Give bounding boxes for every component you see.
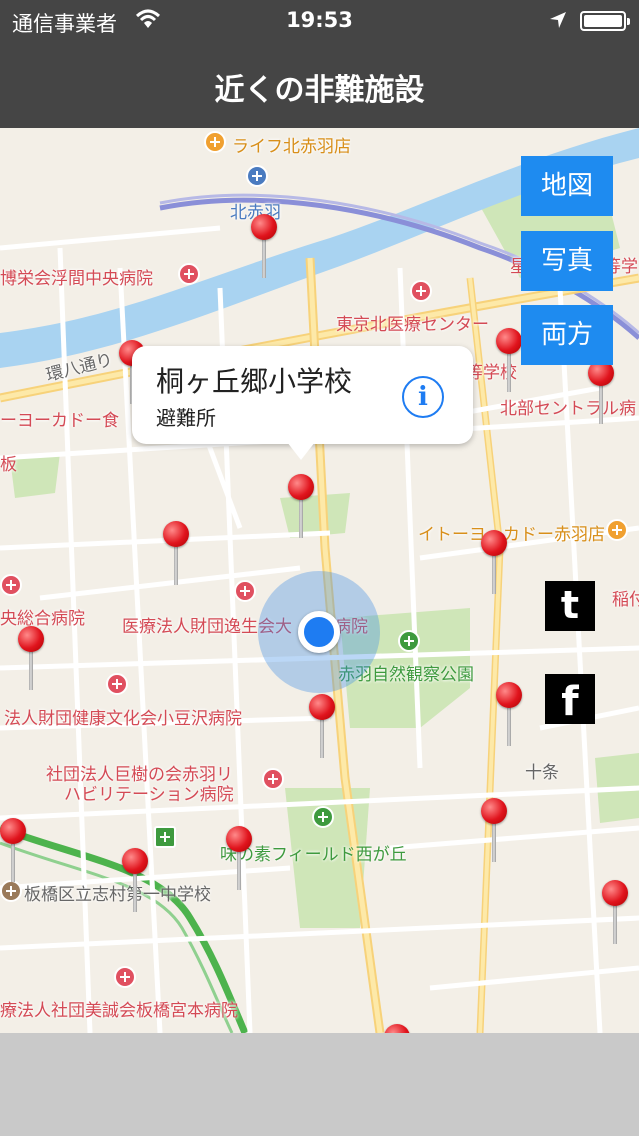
hospital-icon xyxy=(178,263,200,285)
pin-callout[interactable]: 桐ヶ丘郷小学校 避難所 i xyxy=(132,346,473,460)
clock: 19:53 xyxy=(286,8,353,32)
shelter-pin[interactable] xyxy=(0,818,26,884)
map-label: 北部セントラル病 xyxy=(500,399,636,419)
stadium-icon xyxy=(312,806,334,828)
page-title: 近くの非難施設 xyxy=(214,73,425,108)
bottom-bar xyxy=(0,1033,639,1136)
map-view[interactable]: ライフ北赤羽店 北赤羽 博栄会浮間中央病院 東京北医療センター 環八通り ーヨー… xyxy=(0,128,639,1033)
shelter-pin[interactable] xyxy=(163,521,189,587)
map-label: 板 xyxy=(0,455,17,475)
post-icon xyxy=(154,826,176,848)
map-label: 稲付 xyxy=(612,590,639,610)
shelter-pin[interactable] xyxy=(226,826,252,892)
shelter-pin[interactable] xyxy=(481,530,507,596)
shelter-pin[interactable] xyxy=(588,360,614,426)
hospital-icon xyxy=(106,673,128,695)
both-mode-button[interactable]: 両方 xyxy=(521,305,613,365)
map-label: ライフ北赤羽店 xyxy=(232,137,351,157)
hospital-icon xyxy=(114,966,136,988)
callout-subtitle: 避難所 xyxy=(156,406,216,430)
battery-icon xyxy=(580,11,630,31)
shelter-pin[interactable] xyxy=(122,848,148,914)
map-label: 療法人社団美誠会板橋宮本病院 xyxy=(0,1001,238,1021)
shop-icon xyxy=(204,131,226,153)
shelter-pin[interactable] xyxy=(496,328,522,394)
map-label: ーヨーカドー食 xyxy=(0,411,119,431)
map-mode-button[interactable]: 地図 xyxy=(521,156,613,216)
facebook-icon[interactable]: f xyxy=(545,674,595,725)
shelter-pin-selected[interactable] xyxy=(288,474,314,540)
photo-mode-button[interactable]: 写真 xyxy=(521,231,613,291)
park-icon xyxy=(398,630,420,652)
navigation-bar: 近くの非難施設 xyxy=(0,40,639,128)
status-bar: 通信事業者 19:53 xyxy=(0,0,639,40)
shelter-pin[interactable] xyxy=(481,798,507,864)
hospital-icon xyxy=(0,574,22,596)
shelter-pin[interactable] xyxy=(602,880,628,946)
map-label: 博栄会浮間中央病院 xyxy=(0,269,153,289)
hospital-icon xyxy=(234,580,256,602)
map-label: 板橋区立志村第一中学校 xyxy=(24,885,211,905)
map-label: 十条 xyxy=(525,763,559,783)
callout-title: 桐ヶ丘郷小学校 xyxy=(156,365,353,398)
train-station-icon xyxy=(246,165,268,187)
user-location-dot xyxy=(298,611,340,653)
shelter-pin[interactable] xyxy=(251,214,277,280)
shelter-pin[interactable] xyxy=(18,626,44,692)
twitter-icon[interactable]: t xyxy=(545,581,595,631)
shop-icon xyxy=(606,519,628,541)
map-label: 東京北医療センター xyxy=(336,315,489,335)
map-label: イトーヨーカドー赤羽店 xyxy=(418,525,605,545)
map-label: 法人財団健康文化会小豆沢病院 xyxy=(4,709,242,729)
hospital-icon xyxy=(410,280,432,302)
hospital-icon xyxy=(262,768,284,790)
location-arrow-icon xyxy=(550,12,566,28)
map-label: ハビリテーション病院 xyxy=(64,785,234,805)
shelter-pin[interactable] xyxy=(384,1024,410,1033)
shelter-pin[interactable] xyxy=(496,682,522,748)
shelter-pin[interactable] xyxy=(309,694,335,760)
info-icon[interactable]: i xyxy=(402,376,444,418)
